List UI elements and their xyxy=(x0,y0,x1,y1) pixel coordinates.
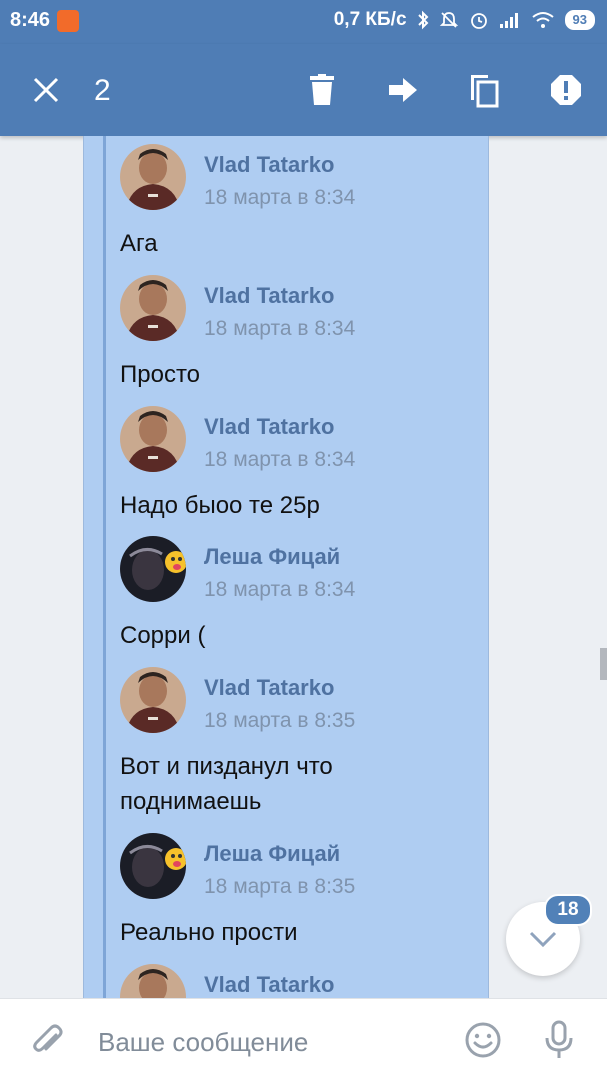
selected-count: 2 xyxy=(94,74,111,107)
close-selection-button[interactable] xyxy=(26,70,66,110)
message-text: Ага xyxy=(120,230,158,257)
forward-icon xyxy=(389,78,417,102)
paperclip-icon xyxy=(33,1024,63,1052)
author-name[interactable]: Vlad Tatarko xyxy=(204,283,334,309)
smile-icon xyxy=(465,1022,501,1058)
status-bar: 8:46 0,7 КБ/с 93 xyxy=(0,0,607,44)
message-text: Реально прости xyxy=(120,919,298,946)
author-name[interactable]: Леша Фицай xyxy=(204,841,340,867)
message-date: 18 марта в 8:34 xyxy=(204,448,356,471)
message-header: Vlad Tatarko 18 марта в 8:34 xyxy=(120,144,480,224)
signal-icon xyxy=(499,13,518,28)
voice-message-button[interactable] xyxy=(538,1019,580,1061)
mute-icon xyxy=(439,12,458,28)
battery-indicator: 93 xyxy=(564,10,595,30)
chevron-down-icon xyxy=(529,931,557,948)
message-item[interactable]: Vlad Tatarko 18 марта в 8:34 Ага xyxy=(120,144,480,257)
message-header: Vlad Tatarko 18 марта в 8:34 xyxy=(120,406,480,486)
alarm-icon xyxy=(470,13,487,29)
unread-count-badge: 18 xyxy=(544,894,592,926)
avatar[interactable] xyxy=(120,144,186,210)
message-text: Просто xyxy=(120,361,201,388)
message-date: 18 марта в 8:34 xyxy=(204,317,356,340)
message-header: Леша Фицай 18 марта в 8:35 xyxy=(120,833,480,913)
author-name[interactable]: Vlad Tatarko xyxy=(204,152,334,178)
copy-button[interactable] xyxy=(464,70,504,110)
message-header: Vlad Tatarko 18 марта в 8:34 xyxy=(120,275,480,355)
message-text: Вот и пизданул что поднимаешь xyxy=(120,753,333,815)
message-date: 18 марта в 8:34 xyxy=(204,186,356,209)
message-item[interactable]: Леша Фицай 18 марта в 8:34 Сорри ( xyxy=(120,536,480,649)
author-name[interactable]: Vlad Tatarko xyxy=(204,675,334,701)
status-right: 0,7 КБ/с 93 xyxy=(334,9,595,31)
chat-area[interactable]: Vlad Tatarko 18 марта в 8:34 Ага Vlad Ta… xyxy=(0,136,607,998)
author-name[interactable]: Vlad Tatarko xyxy=(204,414,334,440)
forward-button[interactable] xyxy=(383,70,423,110)
emoji-button[interactable] xyxy=(462,1019,504,1061)
delete-icon xyxy=(310,74,334,105)
microphone-icon xyxy=(545,1020,573,1058)
message-header: Vlad Tatarko xyxy=(120,964,480,998)
selection-action-bar: 2 xyxy=(0,44,607,136)
avatar[interactable] xyxy=(120,536,186,602)
status-time: 8:46 xyxy=(10,9,51,31)
report-icon xyxy=(551,75,581,105)
message-item[interactable]: Vlad Tatarko xyxy=(120,964,480,998)
message-item[interactable]: Леша Фицай 18 марта в 8:35 Реально прост… xyxy=(120,833,480,946)
delete-button[interactable] xyxy=(302,70,342,110)
message-text: Сорри ( xyxy=(120,622,206,649)
message-header: Леша Фицай 18 марта в 8:34 xyxy=(120,536,480,616)
author-name[interactable]: Леша Фицай xyxy=(204,544,340,570)
attach-button[interactable] xyxy=(26,1019,68,1061)
message-date: 18 марта в 8:35 xyxy=(204,875,356,898)
avatar[interactable] xyxy=(120,406,186,472)
forward-quote-bar xyxy=(103,136,106,998)
bluetooth-icon xyxy=(417,10,428,30)
author-name[interactable]: Vlad Tatarko xyxy=(204,972,334,998)
message-item[interactable]: Vlad Tatarko 18 марта в 8:35 Вот и пизда… xyxy=(120,667,480,815)
message-date: 18 марта в 8:34 xyxy=(204,578,356,601)
message-header: Vlad Tatarko 18 марта в 8:35 xyxy=(120,667,480,747)
avatar[interactable] xyxy=(120,667,186,733)
network-speed: 0,7 КБ/с xyxy=(333,9,407,30)
close-icon xyxy=(33,77,59,103)
wifi-icon xyxy=(531,12,554,28)
report-button[interactable] xyxy=(546,70,586,110)
message-item[interactable]: Vlad Tatarko 18 марта в 8:34 Просто xyxy=(120,275,480,388)
avatar[interactable] xyxy=(120,964,186,998)
message-input[interactable] xyxy=(96,1021,440,1063)
copy-icon xyxy=(471,75,499,108)
message-input-bar xyxy=(0,998,607,1081)
scrollbar-thumb[interactable] xyxy=(600,648,607,680)
notification-icon xyxy=(57,10,79,32)
avatar[interactable] xyxy=(120,275,186,341)
avatar[interactable] xyxy=(120,833,186,899)
message-date: 18 марта в 8:35 xyxy=(204,709,356,732)
message-item[interactable]: Vlad Tatarko 18 марта в 8:34 Надо быоо т… xyxy=(120,406,480,519)
message-text: Надо быоо те 25р xyxy=(120,492,320,519)
